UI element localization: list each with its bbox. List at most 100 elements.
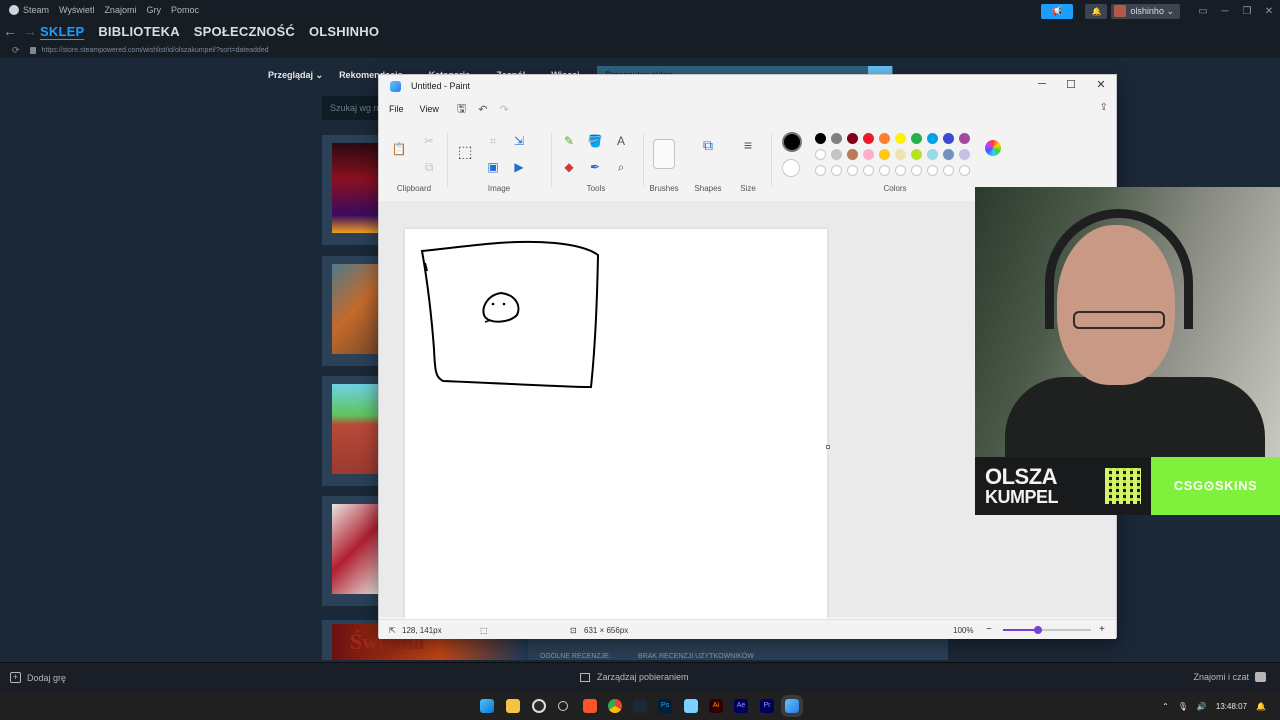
volume-icon[interactable]: 🔊: [1197, 702, 1207, 711]
illustrator-icon[interactable]: Ai: [709, 699, 723, 713]
steam-icon[interactable]: [633, 699, 647, 713]
shapes-icon[interactable]: ⧉: [700, 137, 716, 153]
clock[interactable]: 13:48:07: [1216, 702, 1247, 711]
menu-friends[interactable]: Znajomi: [104, 5, 136, 15]
save-icon[interactable]: 🖫: [457, 100, 466, 119]
share-icon[interactable]: ⇪: [1100, 102, 1108, 113]
custom-color-slot[interactable]: [927, 165, 938, 176]
add-game-button[interactable]: + Dodaj grę: [10, 672, 66, 683]
color-swatch[interactable]: [927, 133, 938, 144]
color-swatch[interactable]: [911, 149, 922, 160]
tab-profile[interactable]: OLSHINHO: [309, 24, 379, 39]
image-select-icon[interactable]: ▣: [485, 159, 501, 175]
steam-minimize-icon[interactable]: ─: [1214, 6, 1236, 17]
custom-color-slot[interactable]: [831, 165, 842, 176]
notepad-icon[interactable]: [684, 699, 698, 713]
notification-bell-icon[interactable]: 🔔: [1256, 702, 1266, 711]
paste-icon[interactable]: 📋: [391, 141, 407, 157]
color-swatch[interactable]: [959, 149, 970, 160]
color-swatch[interactable]: [831, 149, 842, 160]
brush-icon[interactable]: [653, 139, 675, 169]
paint-minimize-icon[interactable]: ─: [1027, 78, 1057, 90]
custom-color-slot[interactable]: [847, 165, 858, 176]
menu-view[interactable]: View: [420, 104, 439, 114]
select-icon[interactable]: ⬚: [457, 145, 473, 161]
custom-color-slot[interactable]: [863, 165, 874, 176]
color-swatch[interactable]: [815, 133, 826, 144]
color-swatch[interactable]: [895, 133, 906, 144]
photoshop-icon[interactable]: Ps: [658, 699, 672, 713]
canvas-resize-handle[interactable]: [826, 445, 830, 449]
paint-taskbar-icon[interactable]: [781, 695, 803, 717]
after-effects-icon[interactable]: Ae: [734, 699, 748, 713]
color-swatch[interactable]: [911, 133, 922, 144]
color-swatch[interactable]: [847, 133, 858, 144]
microphone-icon[interactable]: 🎙: [1178, 702, 1188, 711]
account-menu[interactable]: olshinho ⌄: [1111, 3, 1180, 19]
color-swatch[interactable]: [943, 133, 954, 144]
color-swatch[interactable]: [879, 133, 890, 144]
chrome-icon[interactable]: [608, 699, 622, 713]
edit-colors-icon[interactable]: [985, 140, 1001, 156]
premiere-icon[interactable]: Pr: [760, 699, 774, 713]
resize-icon[interactable]: ⇲: [511, 133, 527, 149]
windows-start-icon[interactable]: [480, 699, 494, 713]
obs-icon[interactable]: [532, 699, 546, 713]
tray-overflow-icon[interactable]: ⌃: [1162, 702, 1169, 711]
wishlist-item[interactable]: [322, 496, 382, 606]
brave-icon[interactable]: [583, 699, 597, 713]
color-swatch[interactable]: [863, 133, 874, 144]
paint-maximize-icon[interactable]: ☐: [1056, 78, 1086, 91]
rotate-icon[interactable]: ▶: [511, 159, 527, 175]
tab-store[interactable]: SKLEP: [40, 24, 84, 39]
url-text[interactable]: https://store.steampowered.com/wishlist/…: [42, 47, 269, 54]
pencil-icon[interactable]: ✎: [561, 133, 577, 149]
custom-color-slot[interactable]: [895, 165, 906, 176]
redo-icon[interactable]: ↷: [499, 103, 508, 116]
cut-icon[interactable]: ✂: [421, 133, 437, 149]
undo-icon[interactable]: ↶: [478, 103, 487, 116]
steam-close-icon[interactable]: ✕: [1258, 6, 1280, 17]
zoom-out-icon[interactable]: −: [986, 624, 992, 635]
copy-icon[interactable]: ⧉: [421, 159, 437, 175]
color-swatch[interactable]: [831, 133, 842, 144]
zoom-in-icon[interactable]: +: [1099, 624, 1105, 635]
color-swatch[interactable]: [815, 149, 826, 160]
tab-library[interactable]: BIBLIOTEKA: [98, 24, 179, 39]
color-picker-icon[interactable]: ✒: [587, 159, 603, 175]
crop-icon[interactable]: ⌗: [485, 133, 501, 149]
wishlist-item[interactable]: [322, 256, 382, 366]
magnifier-icon[interactable]: ⌕: [613, 159, 629, 175]
reload-icon[interactable]: ⟳: [12, 45, 20, 56]
zoom-slider[interactable]: [1003, 626, 1091, 634]
store-nav-browse[interactable]: Przeglądaj ⌄: [268, 70, 323, 81]
drawing-canvas[interactable]: [405, 229, 827, 619]
announcements-button[interactable]: 📢: [1041, 3, 1074, 19]
custom-color-slot[interactable]: [879, 165, 890, 176]
color-swatch[interactable]: [959, 133, 970, 144]
custom-color-slot[interactable]: [943, 165, 954, 176]
custom-color-slot[interactable]: [959, 165, 970, 176]
wishlist-item[interactable]: [322, 376, 382, 486]
manage-downloads-button[interactable]: Zarządzaj pobieraniem: [580, 672, 689, 682]
custom-color-slot[interactable]: [911, 165, 922, 176]
wishlist-item[interactable]: [322, 135, 382, 245]
friends-chat-button[interactable]: Znajomi i czat: [1193, 672, 1266, 682]
menu-view[interactable]: Wyświetl: [59, 5, 94, 15]
zoom-slider-thumb[interactable]: [1034, 626, 1043, 634]
paint-close-icon[interactable]: ✕: [1086, 78, 1116, 91]
menu-help[interactable]: Pomoc: [171, 5, 199, 15]
menu-steam[interactable]: Steam: [23, 5, 49, 15]
size-icon[interactable]: ≡: [740, 137, 756, 153]
wishlist-search-input[interactable]: Szukaj wg n: [322, 96, 382, 120]
menu-file[interactable]: File: [389, 104, 404, 114]
wallet-icon[interactable]: [558, 701, 568, 711]
big-picture-icon[interactable]: ▭: [1192, 6, 1214, 17]
tab-community[interactable]: SPOŁECZNOŚĆ: [194, 24, 295, 39]
eraser-icon[interactable]: ◆: [561, 159, 577, 175]
primary-color[interactable]: [782, 132, 802, 152]
menu-games[interactable]: Gry: [146, 5, 161, 15]
fill-icon[interactable]: 🪣: [587, 133, 603, 149]
color-swatch[interactable]: [895, 149, 906, 160]
color-swatch[interactable]: [927, 149, 938, 160]
